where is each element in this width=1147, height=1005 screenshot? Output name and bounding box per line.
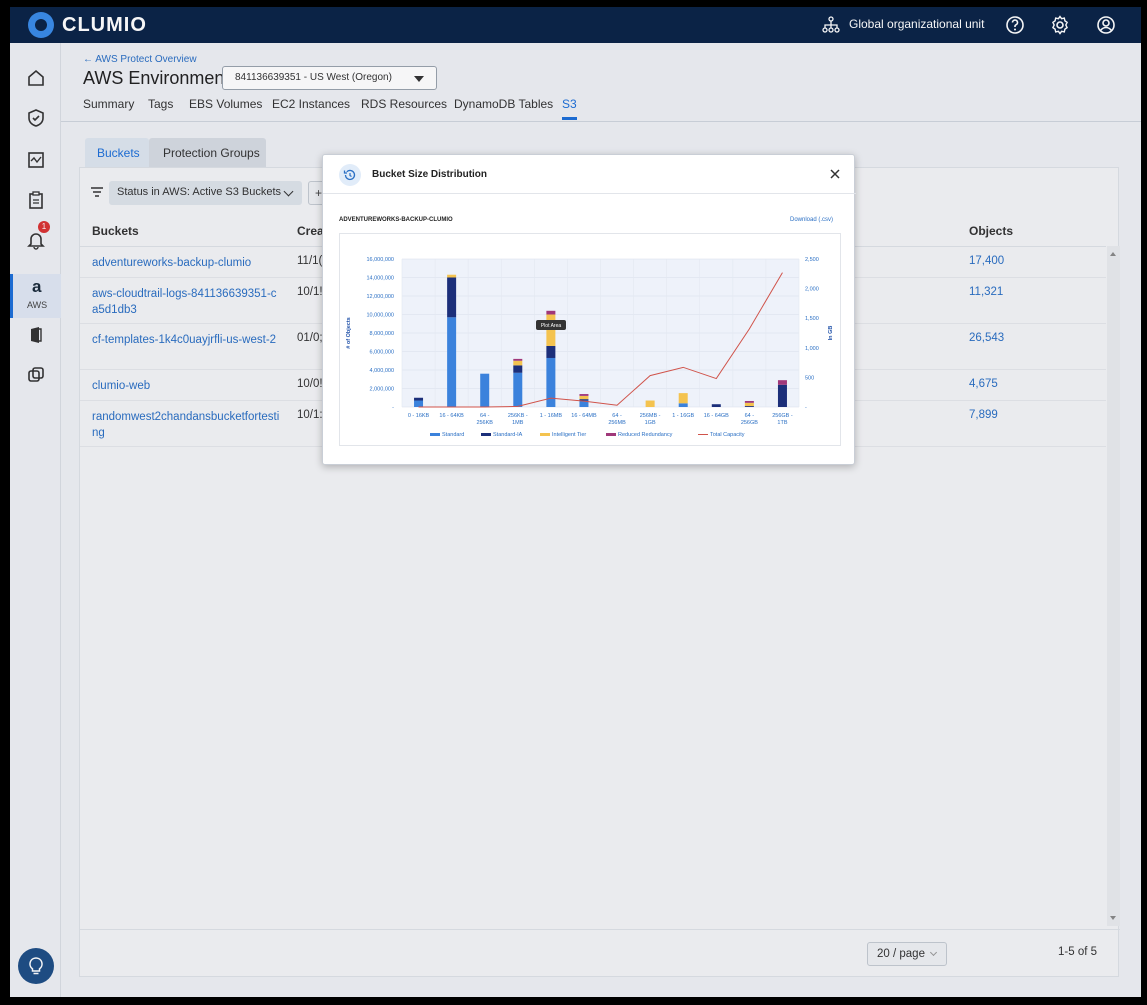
y-tick-label: 4,000,000 bbox=[370, 368, 394, 374]
x-tick-label: 64 - bbox=[480, 413, 490, 419]
y-tick-label: 2,000,000 bbox=[370, 387, 394, 393]
bar-segment bbox=[447, 274, 457, 278]
bar-segment bbox=[579, 395, 589, 400]
x-tick-label: 256GB bbox=[741, 420, 758, 426]
close-icon[interactable] bbox=[828, 167, 842, 181]
bar-segment bbox=[414, 400, 424, 407]
legend-label: Standard bbox=[442, 432, 464, 438]
y-tick-label: 12,000,000 bbox=[366, 294, 394, 300]
x-tick-label: 64 - bbox=[612, 413, 622, 419]
legend-label: Standard-IA bbox=[493, 432, 523, 438]
x-tick-label: 256MB bbox=[608, 420, 626, 426]
x-tick-label: 0 - 16KB bbox=[408, 413, 430, 419]
history-icon bbox=[339, 164, 361, 186]
chart-title: ADVENTUREWORKS-BACKUP-CLUMIO bbox=[339, 217, 453, 223]
plot-area-tooltip-text: Plot Area bbox=[541, 323, 562, 329]
chart-container: - 2,000,000 4,000,000 6,000,000 8,000,000 10,… bbox=[339, 233, 841, 446]
bar-segment bbox=[744, 402, 754, 407]
legend-swatch bbox=[606, 433, 616, 436]
y-tick-label: 6,000,000 bbox=[370, 350, 394, 356]
y-tick-label: - bbox=[392, 405, 394, 411]
y-tick-label: 14,000,000 bbox=[366, 276, 394, 282]
legend-label: Reduced Redundancy bbox=[618, 432, 673, 438]
x-tick-label: 256KB bbox=[476, 420, 493, 426]
bar-segment bbox=[546, 345, 556, 358]
y2-tick-label: 500 bbox=[805, 375, 814, 381]
x-tick-label: 1MB bbox=[512, 420, 524, 426]
bar-segment bbox=[546, 314, 556, 346]
y-tick-label: 10,000,000 bbox=[366, 313, 394, 319]
x-tick-label: 1TB bbox=[777, 420, 787, 426]
bar-segment bbox=[645, 400, 655, 407]
x-tick-label: 1 - 16GB bbox=[672, 413, 694, 419]
bar-segment bbox=[744, 406, 754, 407]
bar-segment bbox=[678, 393, 688, 404]
y2-tick-label: - bbox=[805, 405, 807, 411]
x-tick-label: 16 - 64GB bbox=[704, 413, 729, 419]
legend-label: Total Capacity bbox=[710, 432, 745, 438]
modal-title: Bucket Size Distribution bbox=[372, 169, 488, 180]
bar-segment bbox=[678, 403, 688, 407]
bar-segment bbox=[513, 358, 523, 361]
legend-swatch bbox=[540, 433, 550, 436]
bar-segment bbox=[777, 380, 787, 385]
bar-segment bbox=[546, 357, 556, 407]
x-tick-label: 1GB bbox=[645, 420, 656, 426]
x-tick-label: 64 - bbox=[745, 413, 755, 419]
y-tick-label: 16,000,000 bbox=[366, 257, 394, 263]
y2-tick-label: 2,500 bbox=[805, 257, 819, 263]
bar-segment bbox=[777, 384, 787, 407]
y2-tick-label: 1,000 bbox=[805, 346, 819, 352]
legend-swatch bbox=[481, 433, 491, 436]
x-tick-label: 256KB - bbox=[508, 413, 528, 419]
legend-swatch bbox=[430, 433, 440, 436]
bar-segment bbox=[744, 400, 754, 403]
bucket-size-distribution-modal: Bucket Size Distribution ADVENTUREWORKS-… bbox=[322, 154, 856, 465]
y2-axis-title: In GB bbox=[828, 326, 834, 341]
bar-segment bbox=[513, 372, 523, 407]
bar-segment bbox=[447, 277, 457, 318]
bar-segment bbox=[447, 317, 457, 407]
download-csv-link[interactable]: Download (.csv) bbox=[790, 217, 833, 223]
legend-label: Intelligent Tier bbox=[552, 432, 586, 438]
bar-segment bbox=[546, 310, 556, 315]
x-tick-label: 16 - 64MB bbox=[571, 413, 597, 419]
y2-tick-label: 2,000 bbox=[805, 287, 819, 293]
y-axis-title: # of Objects bbox=[346, 317, 352, 348]
bar-segment bbox=[513, 365, 523, 373]
x-tick-label: 256MB - bbox=[640, 413, 661, 419]
divider bbox=[323, 193, 856, 194]
x-tick-label: 16 - 64KB bbox=[439, 413, 464, 419]
y2-tick-label: 1,500 bbox=[805, 316, 819, 322]
x-tick-label: 256GB - bbox=[772, 413, 793, 419]
y-tick-label: 8,000,000 bbox=[370, 331, 394, 337]
bar-segment bbox=[480, 373, 490, 407]
bucket-size-chart: - 2,000,000 4,000,000 6,000,000 8,000,000 10,… bbox=[346, 257, 834, 438]
bar-segment bbox=[579, 394, 589, 396]
app-window: CLUMIO Global organizational unit 1 a AW… bbox=[10, 7, 1141, 997]
bar-segment bbox=[513, 360, 523, 366]
bar-segment bbox=[414, 397, 424, 401]
x-tick-label: 1 - 16MB bbox=[540, 413, 563, 419]
bar-segment bbox=[711, 404, 721, 407]
